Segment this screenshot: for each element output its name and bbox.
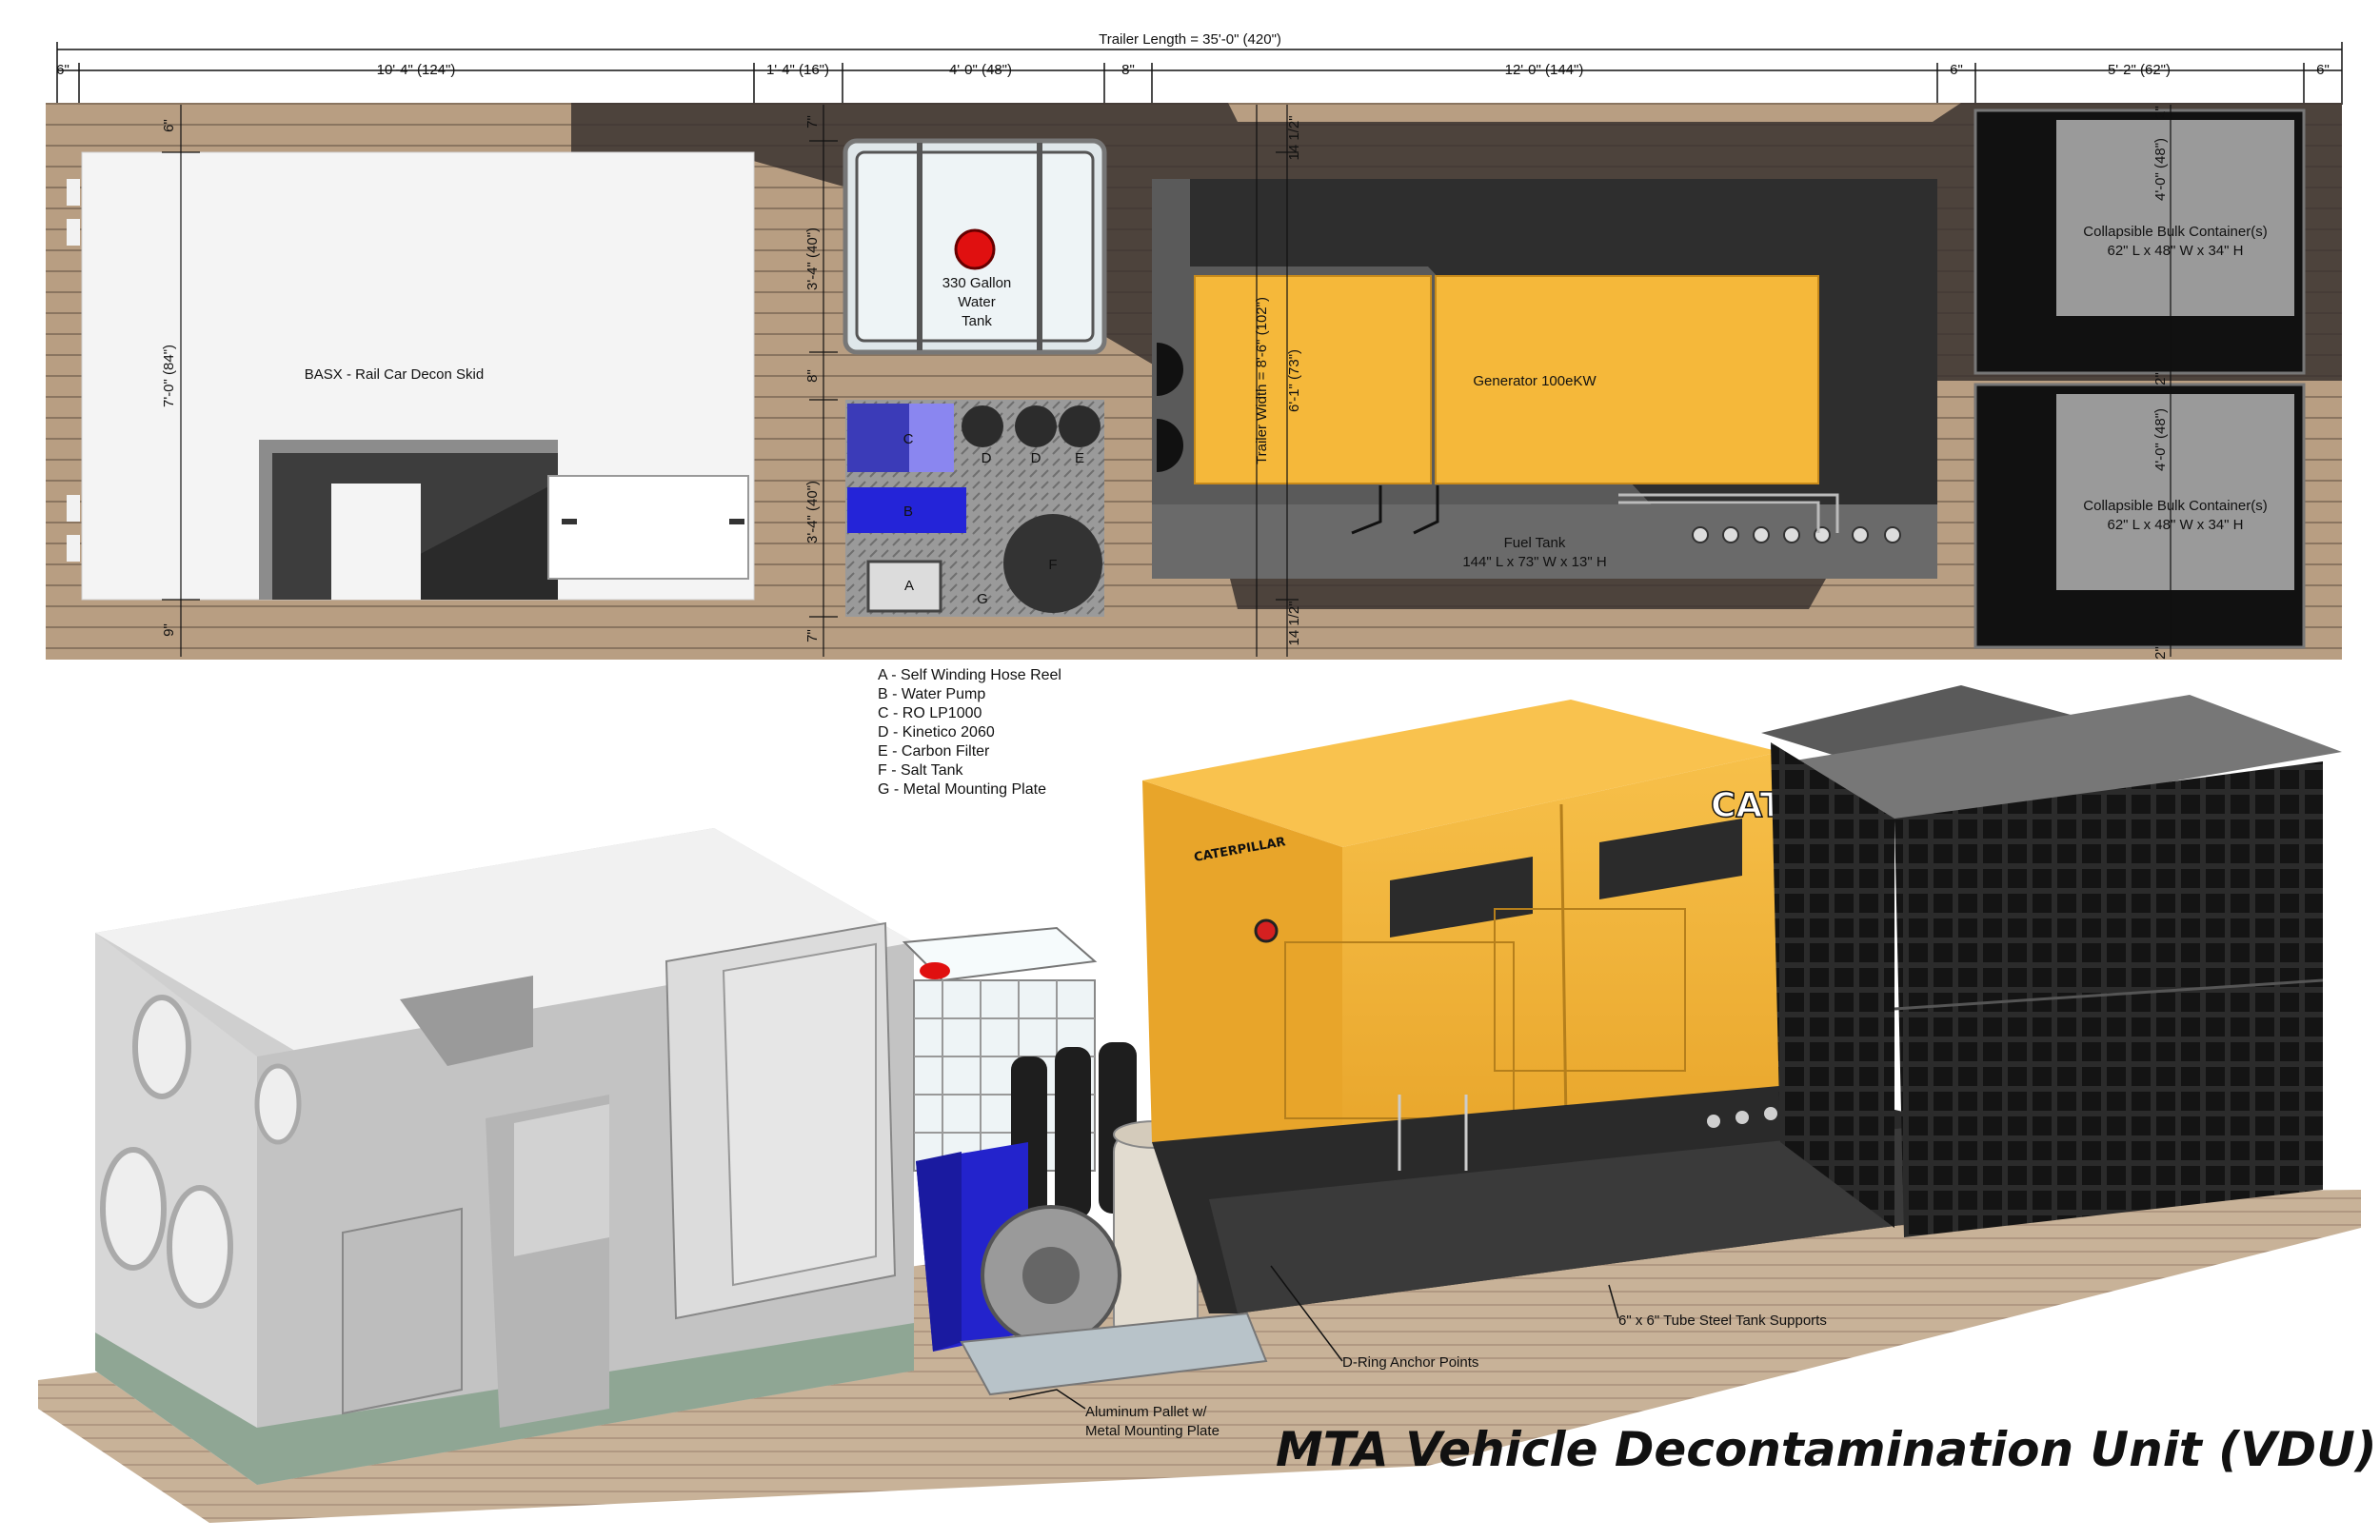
seg-5: 8": [1121, 62, 1135, 78]
tank-supports-callout: 6" x 6" Tube Steel Tank Supports: [1618, 1313, 1827, 1329]
seg-4: 4'-0" (48"): [949, 62, 1012, 78]
seg-7: 6": [1950, 62, 1963, 78]
isometric-view: CAT CATERPILLAR: [38, 685, 2361, 1523]
bulk-mid-dim: 2": [2152, 372, 2169, 385]
skid-label: BASX - Rail Car Decon Skid: [305, 366, 484, 383]
letter-d2: D: [1031, 450, 1041, 466]
bulk-1-size: 62" L x 48" W x 34" H: [2108, 243, 2244, 259]
iso-basx-skid: [95, 828, 914, 1485]
legend-a: A - Self Winding Hose Reel: [878, 667, 1061, 683]
legend-b: B - Water Pump: [878, 686, 985, 702]
skid-bottom-dim: 9": [161, 623, 177, 637]
water-depth-dim: 3'-4" (40"): [804, 227, 821, 290]
pallet-callout-line2: Metal Mounting Plate: [1085, 1423, 1220, 1439]
legend-c: C - RO LP1000: [878, 705, 982, 721]
legend-g: G - Metal Mounting Plate: [878, 781, 1046, 798]
water-top-dim: 7": [804, 115, 821, 128]
bulk-bottom-dim: 2": [2152, 646, 2169, 660]
letter-g: G: [977, 591, 988, 607]
plan-view: BASX - Rail Car Decon Skid 6" 7'-0" (84"…: [46, 103, 2342, 660]
seg-8: 5'-2" (62"): [2108, 62, 2171, 78]
seg-2: 10'-4" (124"): [377, 62, 456, 78]
skid-height-dim: 7'-0" (84"): [161, 345, 177, 407]
letter-a: A: [904, 578, 914, 594]
generator-label: Generator 100eKW: [1473, 373, 1597, 389]
water-tank-line2: Water: [958, 294, 995, 310]
gen-width-dim: 6'-1" (73"): [1286, 349, 1302, 412]
decon-unit-diagram: Trailer Length = 35'-0" (420") 6" 10'-4"…: [38, 31, 2377, 1523]
bulk-2-size: 62" L x 48" W x 34" H: [2108, 517, 2244, 533]
equipment-legend: A - Self Winding Hose Reel B - Water Pum…: [878, 667, 1061, 798]
seg-9: 6": [2316, 62, 2330, 78]
fuel-tank-label: Fuel Tank: [1504, 535, 1566, 551]
legend-d: D - Kinetico 2060: [878, 724, 995, 740]
gen-bottom-dim: 14 1/2": [1286, 601, 1302, 645]
pump-depth-dim: 3'-4" (40"): [804, 481, 821, 543]
skid-top-dim: 6": [161, 119, 177, 132]
letter-c: C: [903, 431, 914, 447]
bulk-2-dim: 4'-0" (48"): [2152, 408, 2169, 471]
page-title: MTA Vehicle Decontamination Unit (VDU): [1276, 1422, 2377, 1477]
equipment-plate-plan: [845, 400, 1104, 617]
letter-e: E: [1075, 450, 1084, 466]
letter-d1: D: [982, 450, 992, 466]
pump-bottom-dim: 7": [804, 629, 821, 642]
bulk-top-dim: 2": [2152, 106, 2169, 119]
bulk-2-label: Collapsible Bulk Container(s): [2083, 498, 2267, 514]
seg-6: 12'-0" (144"): [1505, 62, 1584, 78]
trailer-width-dim: Trailer Width = 8'-6" (102"): [1254, 297, 1270, 464]
pallet-callout-line1: Aluminum Pallet w/: [1085, 1404, 1207, 1420]
water-tank-line1: 330 Gallon: [942, 275, 1012, 291]
iso-bulk-crates: [1761, 685, 2342, 1237]
water-gap-dim: 8": [804, 369, 821, 383]
gen-top-dim: 14 1/2": [1286, 115, 1302, 160]
bulk-1-label: Collapsible Bulk Container(s): [2083, 224, 2267, 240]
overall-length-label: Trailer Length = 35'-0" (420"): [1099, 31, 1281, 48]
letter-b: B: [903, 503, 913, 520]
water-tank-line3: Tank: [962, 313, 992, 329]
seg-1: 6": [56, 62, 69, 78]
seg-3: 1'-4" (16"): [766, 62, 829, 78]
bulk-1-dim: 4'-0" (48"): [2152, 138, 2169, 201]
legend-f: F - Salt Tank: [878, 762, 964, 779]
legend-e: E - Carbon Filter: [878, 743, 990, 760]
d-ring-callout: D-Ring Anchor Points: [1342, 1354, 1478, 1371]
fuel-tank-size: 144" L x 73" W x 13" H: [1462, 554, 1606, 570]
letter-f: F: [1048, 557, 1057, 573]
